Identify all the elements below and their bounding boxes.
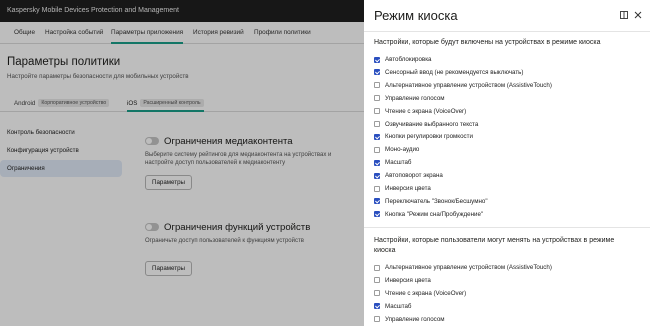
- option-label: Инверсия цвета: [385, 185, 431, 192]
- kiosk-option-row[interactable]: Кнопка "Режим сна/Пробуждение": [374, 209, 483, 220]
- option-checkbox[interactable]: [374, 198, 380, 205]
- kiosk-option-row[interactable]: Инверсия цвета: [374, 183, 431, 194]
- expand-icon[interactable]: [620, 11, 628, 19]
- option-label: Инверсия цвета: [385, 276, 431, 284]
- option-checkbox[interactable]: [374, 159, 380, 166]
- option-label: Озвучивание выбранного текста: [385, 120, 479, 128]
- group-divider: [364, 227, 650, 228]
- option-checkbox[interactable]: [374, 95, 380, 102]
- option-checkbox[interactable]: [374, 264, 380, 271]
- option-checkbox[interactable]: [374, 316, 380, 323]
- option-checkbox[interactable]: [374, 277, 380, 284]
- option-checkbox[interactable]: [374, 82, 380, 89]
- option-checkbox[interactable]: [374, 303, 380, 310]
- kiosk-option-row[interactable]: Инверсия цвета: [374, 275, 431, 286]
- option-checkbox[interactable]: [374, 133, 380, 140]
- option-label: Альтернативное управление устройством (A…: [385, 264, 552, 271]
- option-label: Масштаб: [385, 159, 412, 167]
- option-checkbox[interactable]: [374, 121, 380, 127]
- kiosk-option-row[interactable]: Масштаб: [374, 301, 411, 312]
- kiosk-option-row[interactable]: Автоповорот экрана: [374, 170, 443, 181]
- option-label: Чтение с экрана (VoiceOver): [385, 107, 467, 115]
- kiosk-option-row[interactable]: Озвучивание выбранного текста: [374, 119, 478, 130]
- kiosk-option-row[interactable]: Переключатель "Звонок/Бесшумно": [374, 196, 488, 207]
- drawer-title: Режим киоска: [374, 8, 458, 23]
- kiosk-option-row[interactable]: Моно-аудио: [374, 144, 419, 155]
- option-label: Автоблокировка: [385, 56, 432, 63]
- kiosk-option-row[interactable]: Сенсорный ввод (не рекомендуется выключа…: [374, 67, 523, 78]
- drawer-actions: [620, 11, 642, 19]
- drawer-header-divider: [364, 31, 650, 32]
- kiosk-option-row[interactable]: Альтернативное управление устройством (A…: [374, 80, 552, 91]
- kiosk-option-row[interactable]: Масштаб: [374, 157, 411, 168]
- option-checkbox[interactable]: [374, 185, 380, 192]
- option-checkbox[interactable]: [374, 211, 380, 218]
- option-label: Чтение с экрана (VoiceOver): [385, 289, 467, 297]
- option-checkbox[interactable]: [374, 56, 380, 63]
- option-label: Масштаб: [385, 302, 412, 310]
- option-label: Автоповорот экрана: [385, 172, 443, 180]
- option-checkbox[interactable]: [374, 108, 380, 115]
- kiosk-option-row[interactable]: Чтение с экрана (VoiceOver): [374, 288, 466, 299]
- option-checkbox[interactable]: [374, 146, 380, 153]
- option-label: Сенсорный ввод (не рекомендуется выключа…: [385, 68, 524, 76]
- kiosk-option-row[interactable]: Альтернативное управление устройством (A…: [374, 262, 552, 273]
- kiosk-option-row[interactable]: Чтение с экрана (VoiceOver): [374, 106, 466, 117]
- option-label: Моно-аудио: [385, 146, 420, 154]
- kiosk-user-settings-heading: Настройки, которые пользователи могут ме…: [374, 237, 615, 254]
- close-icon[interactable]: [634, 11, 642, 19]
- option-label: Кнопки регулировки громкости: [385, 133, 473, 141]
- option-label: Управление голосом: [385, 315, 445, 323]
- option-label: Переключатель "Звонок/Бесшумно": [385, 197, 488, 205]
- kiosk-mode-drawer: Режим киоска Настройки, которые будут вк…: [364, 0, 650, 326]
- kiosk-option-row[interactable]: Кнопки регулировки громкости: [374, 131, 473, 142]
- option-label: Управление голосом: [385, 94, 445, 102]
- kiosk-enabled-settings-heading: Настройки, которые будут включены на уст…: [374, 39, 601, 46]
- option-label: Кнопка "Режим сна/Пробуждение": [385, 210, 484, 218]
- option-label: Альтернативное управление устройством (A…: [385, 81, 552, 89]
- kiosk-option-row[interactable]: Управление голосом: [374, 314, 445, 325]
- kiosk-option-row[interactable]: Управление голосом: [374, 93, 445, 104]
- option-checkbox[interactable]: [374, 69, 380, 76]
- option-checkbox[interactable]: [374, 172, 380, 179]
- kiosk-option-row[interactable]: Автоблокировка: [374, 54, 432, 65]
- option-checkbox[interactable]: [374, 290, 380, 297]
